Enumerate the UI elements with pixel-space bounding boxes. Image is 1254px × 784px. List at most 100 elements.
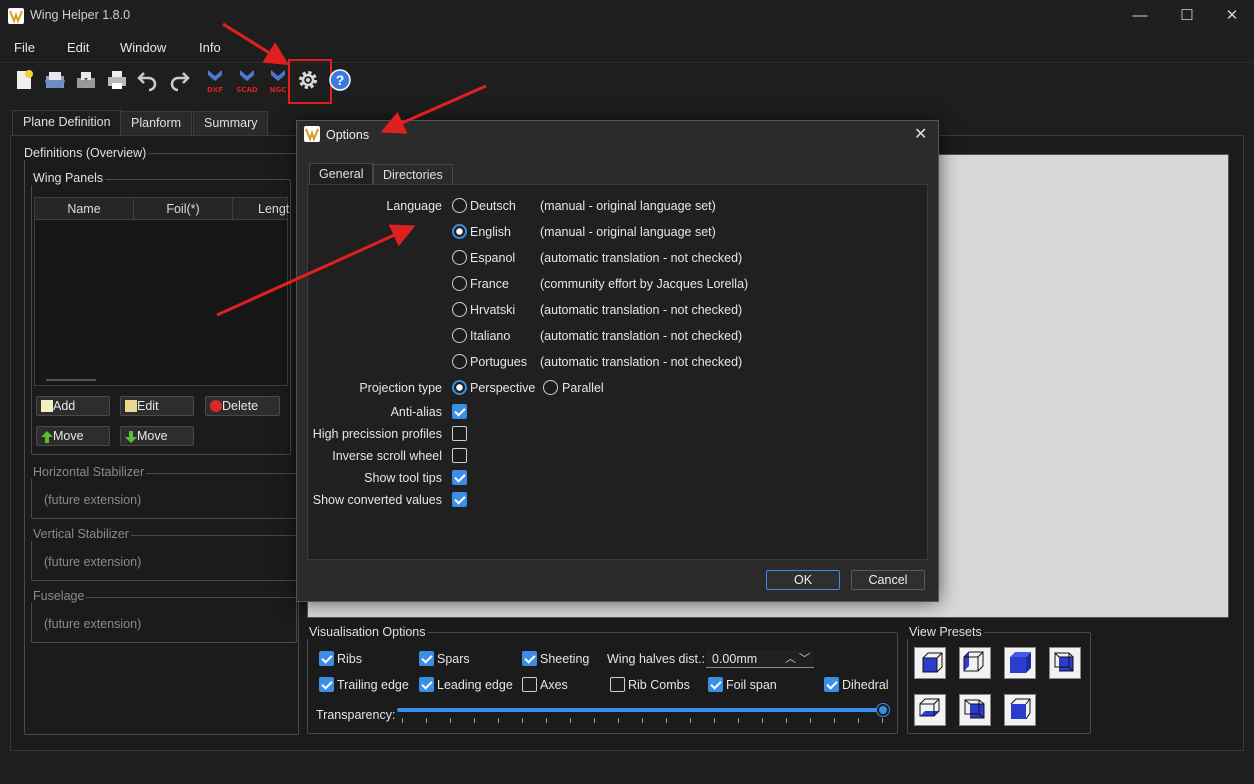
language-name: Hrvatski [470, 303, 516, 317]
move-down-label: Move [137, 429, 168, 443]
slider-tick [858, 718, 859, 723]
redo-icon[interactable] [167, 68, 191, 92]
language-desc: (manual - original language set) [540, 225, 716, 239]
inverse-scroll-label: Inverse scroll wheel [332, 449, 442, 463]
dialog-title: Options [326, 128, 370, 142]
close-window-button[interactable]: ✕ [1212, 4, 1252, 28]
export-scad-icon[interactable]: SCAD [235, 68, 259, 94]
view-preset-iso-solid-icon[interactable] [1004, 647, 1036, 679]
slider-tick [762, 718, 763, 723]
view-preset-iso-top-icon[interactable] [1049, 647, 1081, 679]
language-radio-espanol[interactable] [452, 250, 467, 265]
edit-button[interactable]: Edit [120, 396, 194, 416]
language-name: English [470, 225, 511, 239]
definitions-title: Definitions (Overview) [22, 146, 149, 160]
menu-window[interactable]: Window [120, 40, 166, 55]
edit-icon [125, 400, 137, 412]
spars-label: Spars [437, 652, 470, 666]
language-desc: (manual - original language set) [540, 199, 716, 213]
undo-icon[interactable] [136, 68, 160, 92]
tab-summary[interactable]: Summary [193, 111, 269, 135]
trailing-edge-checkbox[interactable] [319, 677, 334, 692]
transparency-slider-handle[interactable] [877, 704, 889, 716]
show-tool-tips-checkbox[interactable] [452, 470, 467, 485]
language-radio-france[interactable] [452, 276, 467, 291]
maximize-button[interactable]: ☐ [1167, 4, 1207, 28]
app-logo-icon [8, 8, 24, 24]
rib-combs-checkbox[interactable] [610, 677, 625, 692]
anti-alias-label: Anti-alias [390, 405, 442, 419]
high-precision-checkbox[interactable] [452, 426, 467, 441]
ribs-checkbox[interactable] [319, 651, 334, 666]
language-radio-deutsch[interactable] [452, 198, 467, 213]
column-length[interactable]: Lengt [258, 202, 289, 216]
new-file-icon[interactable] [12, 68, 36, 92]
minimize-button[interactable]: — [1120, 4, 1160, 28]
add-button[interactable]: Add [36, 396, 110, 416]
horizontal-future-text: (future extension) [44, 493, 142, 507]
view-presets-title: View Presets [907, 625, 984, 639]
projection-radio-parallel[interactable] [543, 380, 558, 395]
anti-alias-checkbox[interactable] [452, 404, 467, 419]
menu-info[interactable]: Info [199, 40, 221, 55]
wing-panels-table[interactable] [34, 197, 288, 386]
dihedral-checkbox[interactable] [824, 677, 839, 692]
spars-checkbox[interactable] [419, 651, 434, 666]
view-preset-iso-left-icon[interactable] [959, 647, 991, 679]
help-icon[interactable]: ? [328, 68, 352, 92]
move-up-label: Move [53, 429, 84, 443]
ribs-label: Ribs [337, 652, 363, 666]
column-name[interactable]: Name [35, 202, 133, 216]
cancel-button[interactable]: Cancel [851, 570, 925, 590]
view-preset-iso-front-icon[interactable] [914, 647, 946, 679]
language-radio-english[interactable] [452, 224, 467, 239]
language-radio-portugues[interactable] [452, 354, 467, 369]
view-preset-bottom-icon[interactable] [914, 694, 946, 726]
slider-tick [570, 718, 571, 723]
language-name: France [470, 277, 509, 291]
scad-label: SCAD [236, 86, 258, 94]
menu-file[interactable]: File [14, 40, 35, 55]
language-radio-hrvatski[interactable] [452, 302, 467, 317]
language-radio-italiano[interactable] [452, 328, 467, 343]
tab-plane-definition[interactable]: Plane Definition [12, 110, 122, 136]
ok-button[interactable]: OK [766, 570, 840, 590]
language-desc: (automatic translation - not checked) [540, 355, 743, 369]
horizontal-scrollbar[interactable] [46, 379, 96, 381]
save-icon[interactable] [74, 68, 98, 92]
language-desc: (automatic translation - not checked) [540, 303, 743, 317]
slider-tick [714, 718, 715, 723]
settings-gear-icon[interactable] [296, 68, 320, 92]
move-down-button[interactable]: Move [120, 426, 194, 446]
wing-panels-title: Wing Panels [31, 171, 106, 185]
move-up-button[interactable]: Move [36, 426, 110, 446]
menu-edit[interactable]: Edit [67, 40, 89, 55]
language-label: Language [386, 199, 442, 213]
export-ngc-icon[interactable]: NGC [266, 68, 290, 94]
column-foil[interactable]: Foil(*) [134, 202, 232, 216]
rib-combs-label: Rib Combs [628, 678, 690, 692]
view-preset-front-icon[interactable] [1004, 694, 1036, 726]
show-converted-values-label: Show converted values [312, 493, 442, 507]
open-icon[interactable] [43, 68, 67, 92]
view-preset-side-icon[interactable] [959, 694, 991, 726]
print-icon[interactable] [105, 68, 129, 92]
sheeting-checkbox[interactable] [522, 651, 537, 666]
leading-edge-checkbox[interactable] [419, 677, 434, 692]
dialog-close-icon[interactable]: ✕ [914, 124, 927, 144]
inverse-scroll-checkbox[interactable] [452, 448, 467, 463]
transparency-slider-track[interactable] [397, 708, 887, 712]
projection-radio-perspective[interactable] [452, 380, 467, 395]
foil-span-checkbox[interactable] [708, 677, 723, 692]
show-tool-tips-label: Show tool tips [364, 471, 442, 485]
export-dxf-icon[interactable]: DXF [203, 68, 227, 94]
spin-up-down-icon[interactable]: ︿ ﹀ [785, 650, 810, 666]
tab-planform[interactable]: Planform [120, 111, 193, 135]
menu-bar [0, 36, 1254, 60]
axes-checkbox[interactable] [522, 677, 537, 692]
delete-button[interactable]: Delete [205, 396, 280, 416]
dialog-tab-general[interactable]: General [309, 163, 374, 185]
dialog-tab-directories[interactable]: Directories [373, 164, 453, 186]
show-converted-values-checkbox[interactable] [452, 492, 467, 507]
column-divider [232, 198, 233, 220]
